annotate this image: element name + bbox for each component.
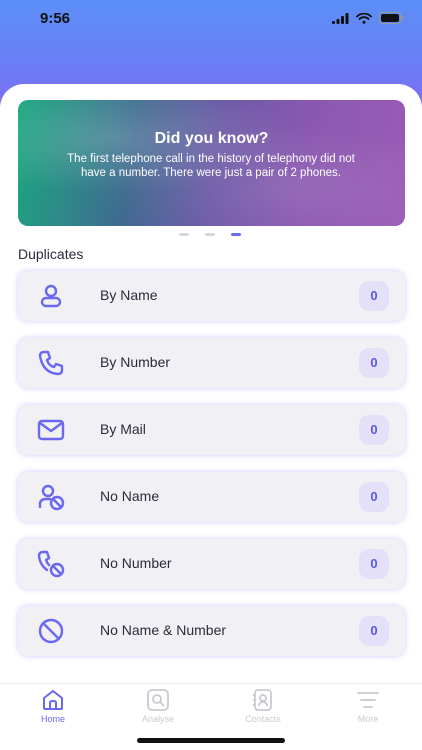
list-item-by-number[interactable]: By Number 0: [18, 338, 405, 388]
status-bar: 9:56: [0, 0, 422, 40]
home-indicator: [137, 738, 285, 743]
list-item-by-mail[interactable]: By Mail 0: [18, 405, 405, 455]
tab-label: More: [357, 714, 379, 724]
status-time: 9:56: [40, 10, 71, 27]
list-item-no-name[interactable]: No Name 0: [18, 472, 405, 522]
wifi-icon: [356, 12, 372, 24]
item-label: No Name: [100, 488, 160, 504]
tab-more[interactable]: More: [328, 688, 408, 724]
phone-slash-icon: [37, 550, 65, 578]
analyse-icon: [147, 689, 169, 711]
menu-icon: [357, 692, 379, 708]
section-title: Duplicates: [18, 246, 84, 262]
tab-analyse[interactable]: Analyse: [118, 688, 198, 724]
signal-icon: [332, 12, 349, 24]
count-badge: 0: [359, 348, 389, 378]
tab-label: Contacts: [245, 714, 281, 724]
home-icon: [43, 690, 63, 710]
battery-icon: [379, 12, 404, 24]
page-dot[interactable]: [231, 233, 241, 236]
count-badge: 0: [359, 482, 389, 512]
count-badge: 0: [359, 415, 389, 445]
list-item-by-name[interactable]: By Name 0: [18, 271, 405, 321]
tab-contacts[interactable]: Contacts: [223, 688, 303, 724]
tab-label: Home: [40, 714, 65, 724]
page-indicator[interactable]: [179, 233, 241, 236]
prohibited-icon: [38, 618, 64, 644]
person-slash-icon: [38, 484, 65, 511]
item-label: No Number: [100, 555, 172, 571]
page-dot[interactable]: [179, 233, 189, 236]
banner-text: The first telephone call in the history …: [67, 153, 355, 179]
item-label: By Mail: [100, 421, 146, 437]
fact-banner[interactable]: Did you know? The first telephone call i…: [18, 100, 405, 226]
item-label: No Name & Number: [100, 622, 227, 638]
mail-icon: [37, 419, 65, 441]
status-icons: [332, 12, 404, 24]
item-label: By Number: [100, 354, 171, 370]
list-item-no-number[interactable]: No Number 0: [18, 539, 405, 589]
tab-home[interactable]: Home: [13, 688, 93, 724]
person-icon: [40, 284, 62, 308]
item-label: By Name: [100, 287, 158, 303]
list-item-no-name-number[interactable]: No Name & Number 0: [18, 606, 405, 656]
banner-title: Did you know?: [154, 130, 269, 147]
phone-icon: [38, 350, 64, 376]
count-badge: 0: [359, 549, 389, 579]
page-dot[interactable]: [205, 233, 215, 236]
count-badge: 0: [359, 616, 389, 646]
count-badge: 0: [359, 281, 389, 311]
contacts-icon: [253, 689, 272, 711]
tab-label: Analyse: [141, 714, 175, 724]
